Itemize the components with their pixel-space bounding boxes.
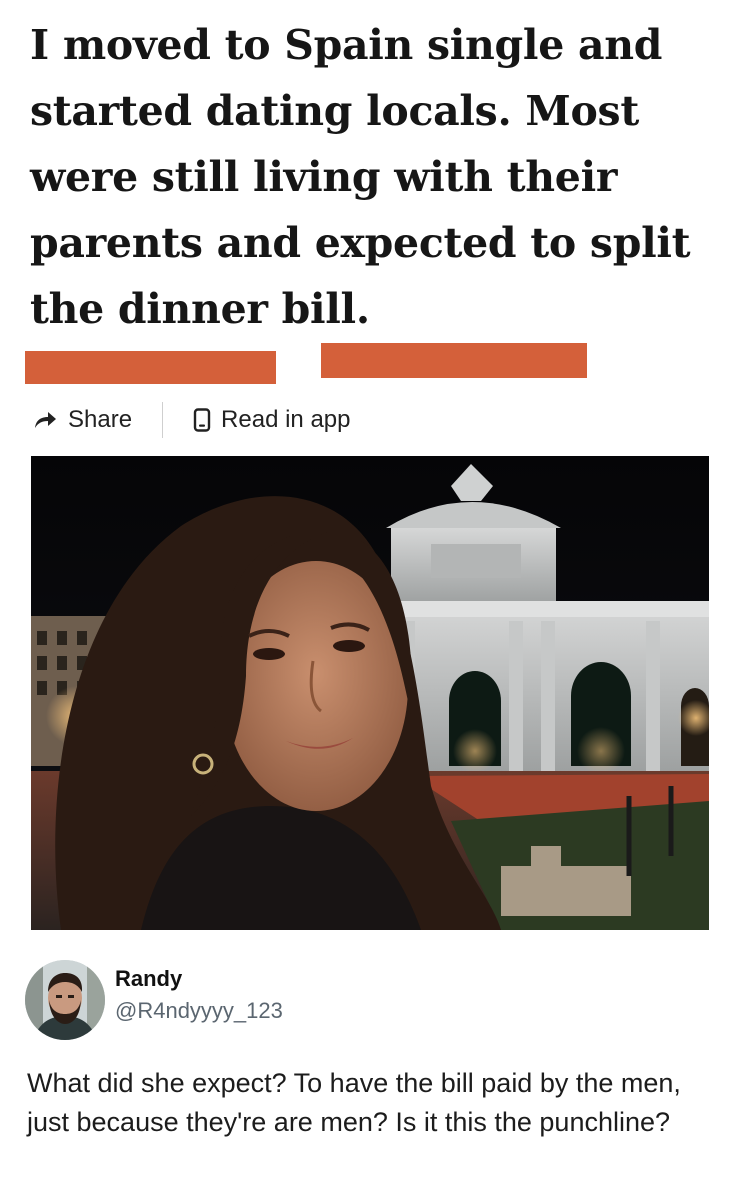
phone-icon [193, 408, 211, 432]
share-arrow-icon [32, 409, 58, 431]
read-in-app-label: Read in app [221, 406, 351, 433]
article-headline: I moved to Spain single and started dati… [30, 21, 691, 333]
article-photo [31, 456, 709, 930]
redaction-bar [321, 343, 587, 378]
share-label: Share [68, 406, 133, 433]
action-divider [162, 402, 164, 438]
tweet-text: What did she expect? To have the bill pa… [27, 1068, 681, 1137]
article-actions-bar: Share Read in app [32, 402, 350, 438]
share-button[interactable]: Share [32, 406, 132, 434]
avatar[interactable] [25, 960, 105, 1040]
tweet-author-handle[interactable]: @R4ndyyyy_123 [115, 998, 283, 1024]
redaction-bar [25, 351, 276, 384]
read-in-app-button[interactable]: Read in app [193, 406, 350, 434]
tweet-author-name[interactable]: Randy [115, 966, 182, 992]
